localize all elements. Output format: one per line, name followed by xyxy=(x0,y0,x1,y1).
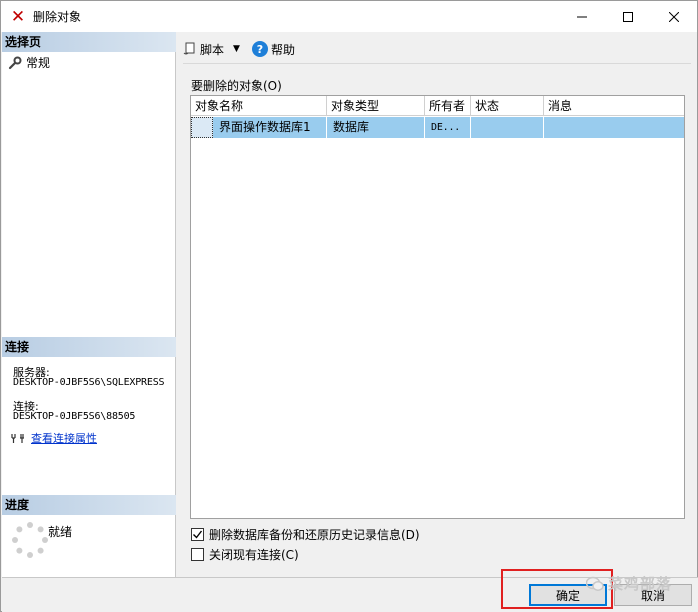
page-item-label: 常规 xyxy=(26,56,51,70)
toolbar-separator xyxy=(183,63,691,64)
script-button[interactable]: 脚本 ▼ xyxy=(183,41,240,58)
delete-backup-history-checkbox[interactable] xyxy=(191,528,204,541)
close-connections-label: 关闭现有连接(C) xyxy=(209,548,299,562)
col-header-owner[interactable]: 所有者 xyxy=(425,96,471,116)
delete-backup-history-label: 删除数据库备份和还原历史记录信息(D) xyxy=(209,528,420,542)
close-button[interactable] xyxy=(651,1,697,32)
delete-backup-history-option[interactable]: 删除数据库备份和还原历史记录信息(D) xyxy=(191,526,420,543)
wrench-icon xyxy=(8,56,22,69)
watermark: 菜鸡部落 xyxy=(586,573,672,594)
delete-object-dialog: ✕ 删除对象 选择页 常规 连接 服务器: DESKTOP-0JBF5S6\SQ… xyxy=(0,0,698,612)
help-button[interactable]: ? 帮助 xyxy=(251,41,295,58)
cell-owner: DE... xyxy=(425,117,471,138)
connection-plug-icon xyxy=(11,434,24,443)
cell-name: 界面操作数据库1 xyxy=(213,117,327,138)
col-header-name[interactable]: 对象名称 xyxy=(191,96,327,116)
script-label: 脚本 xyxy=(200,42,225,57)
left-pane: 选择页 常规 连接 服务器: DESKTOP-0JBF5S6\SQLEXPRES… xyxy=(2,32,176,577)
delete-x-icon: ✕ xyxy=(10,6,26,27)
minimize-button[interactable] xyxy=(559,1,605,32)
wechat-icon xyxy=(586,576,604,591)
checkmark-icon xyxy=(193,530,203,539)
progress-status: 就绪 xyxy=(48,525,73,539)
page-item-general[interactable]: 常规 xyxy=(8,54,50,71)
col-header-message[interactable]: 消息 xyxy=(544,96,684,116)
cell-type: 数据库 xyxy=(327,117,425,138)
connection-value: DESKTOP-0JBF5S6\88505 xyxy=(13,411,136,422)
title-bar: ✕ 删除对象 xyxy=(1,1,697,32)
col-header-type[interactable]: 对象类型 xyxy=(327,96,425,116)
progress-spinner-icon xyxy=(12,522,48,558)
close-connections-option[interactable]: 关闭现有连接(C) xyxy=(191,546,299,563)
maximize-icon xyxy=(623,11,633,22)
view-connection-properties-link[interactable]: 查看连接属性 xyxy=(31,430,97,446)
maximize-button[interactable] xyxy=(605,1,651,32)
progress-header: 进度 xyxy=(2,495,176,515)
close-connections-checkbox[interactable] xyxy=(191,548,204,561)
view-connection-properties[interactable]: 查看连接属性 xyxy=(11,430,97,446)
toolbar: 脚本 ▼ ? 帮助 xyxy=(183,39,295,59)
cell-message xyxy=(544,117,684,138)
objects-to-delete-label: 要删除的对象(O) xyxy=(191,79,282,93)
table-row[interactable]: 界面操作数据库1 数据库 DE... xyxy=(191,117,684,138)
chevron-down-icon[interactable]: ▼ xyxy=(233,44,240,54)
help-label: 帮助 xyxy=(270,42,295,57)
row-selector[interactable] xyxy=(191,117,213,138)
objects-grid[interactable]: 对象名称 对象类型 所有者 状态 消息 界面操作数据库1 数据库 DE... xyxy=(190,95,685,519)
grid-header: 对象名称 对象类型 所有者 状态 消息 xyxy=(191,96,684,116)
close-icon xyxy=(669,11,679,22)
help-icon: ? xyxy=(251,41,268,57)
select-page-header: 选择页 xyxy=(2,32,176,52)
window-title: 删除对象 xyxy=(33,10,82,24)
cell-status xyxy=(471,117,544,138)
server-value: DESKTOP-0JBF5S6\SQLEXPRESS xyxy=(13,377,165,388)
col-header-status[interactable]: 状态 xyxy=(471,96,544,116)
watermark-text: 菜鸡部落 xyxy=(608,575,673,593)
script-icon xyxy=(183,42,195,55)
connection-header: 连接 xyxy=(2,337,176,357)
minimize-icon xyxy=(577,16,587,17)
